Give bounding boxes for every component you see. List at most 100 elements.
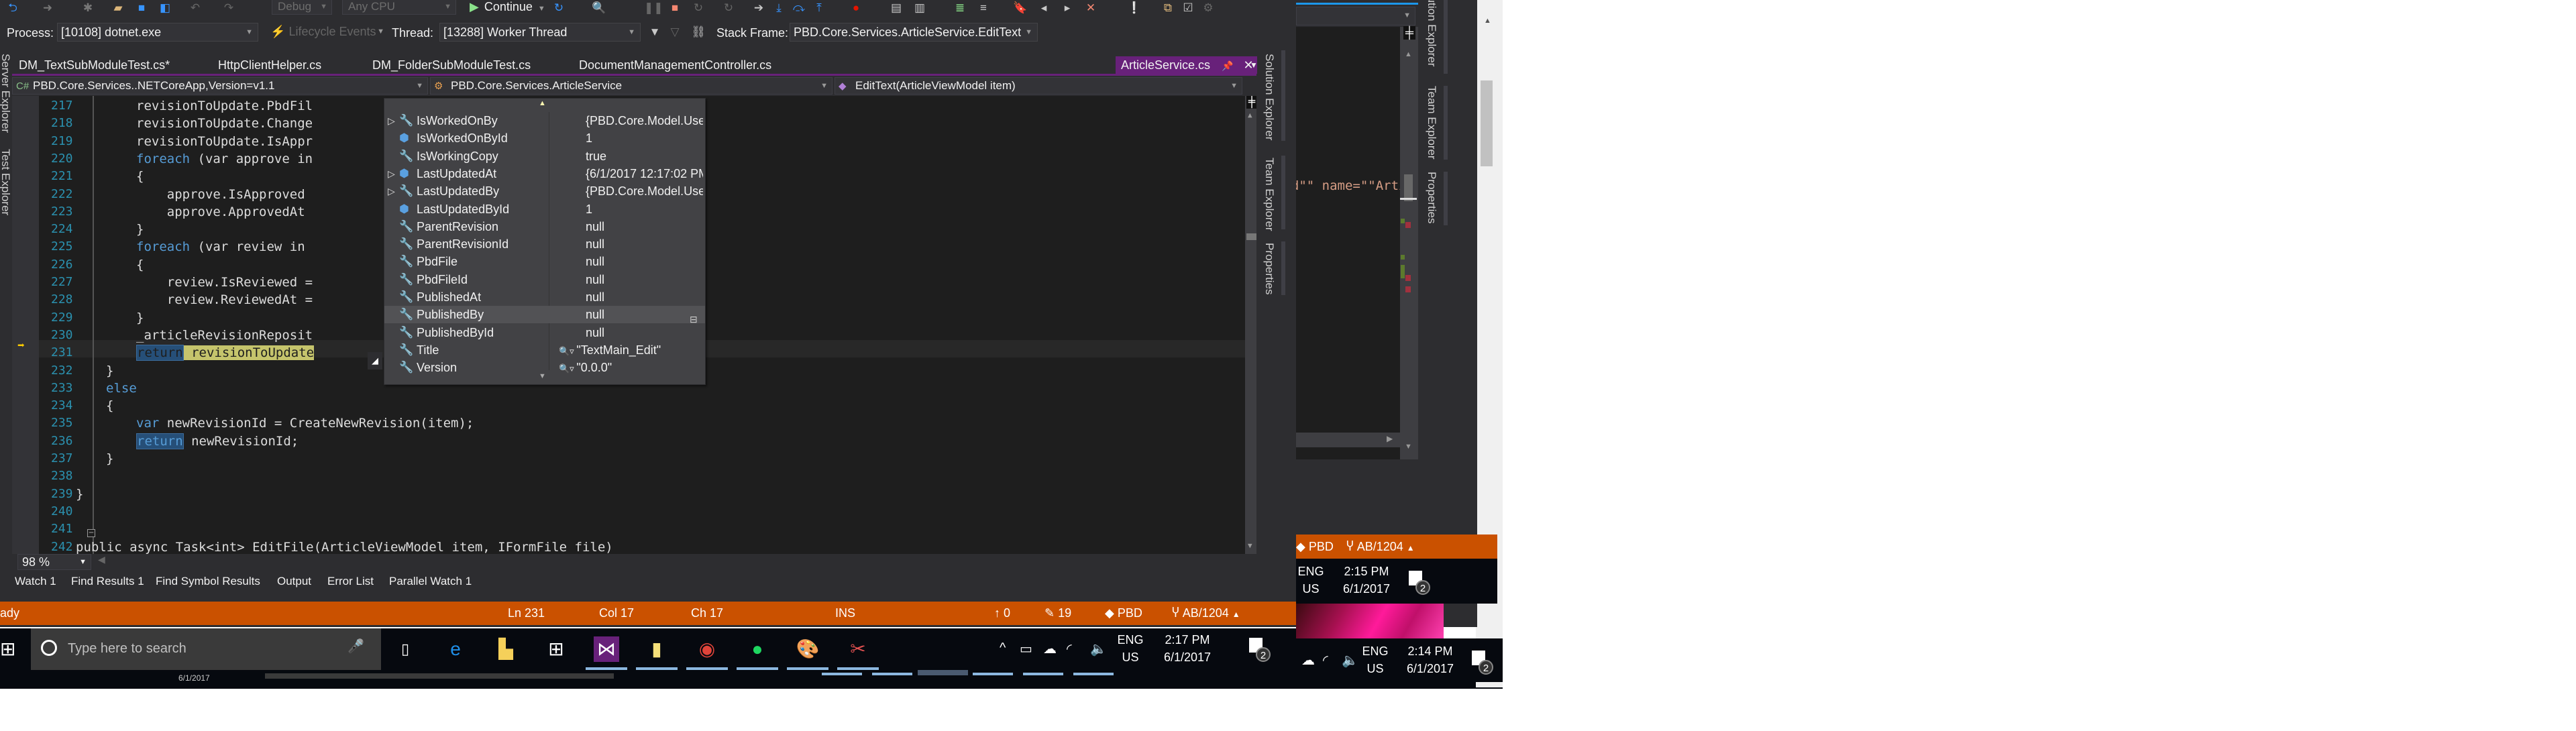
datatip-member-value[interactable]: {PBD.Core.Model.UserQm}	[586, 112, 703, 129]
datatip-member-value[interactable]: 🔍▿ "TextMain_Edit"	[559, 341, 700, 360]
action-center-button[interactable]: 2	[1472, 651, 1493, 675]
restart-debug-icon[interactable]: ↻	[691, 1, 706, 15]
snipping-tool-icon[interactable]: ✂	[845, 636, 871, 662]
open-file-icon[interactable]: ▰	[111, 1, 125, 15]
datatip-scroll-up-icon[interactable]: ▲	[539, 99, 546, 107]
datatip-row[interactable]: 🔧 PublishedAt null	[384, 288, 705, 306]
datatip-member-value[interactable]: null	[586, 271, 703, 288]
pause-icon[interactable]: ❚❚	[644, 1, 663, 15]
zoom-level-dropdown[interactable]: 98 % ▼	[17, 554, 91, 570]
datatip-row[interactable]: ▷ 🔧LastUpdatedBy {PBD.Core.Model.UserQm}	[384, 182, 705, 200]
datatip-expand-icon[interactable]: ◢	[368, 352, 382, 370]
undo-icon[interactable]: ↶	[188, 1, 203, 15]
branch-status[interactable]: Ⴤ AB/1204 ▲	[1172, 602, 1240, 626]
chrome-icon[interactable]: ◉	[694, 636, 720, 662]
tab-find-results-1[interactable]: Find Results 1	[71, 575, 144, 588]
tab-httpclienthelper[interactable]: HttpClientHelper.cs	[218, 56, 321, 74]
pending-changes-status[interactable]: ✎ 19	[1044, 602, 1071, 625]
team-explorer-tab[interactable]: Team Explorer	[1425, 86, 1438, 160]
input-language[interactable]: ENG US	[1117, 631, 1144, 666]
scroll-down-icon[interactable]: ▼	[1248, 541, 1252, 550]
thread-dropdown[interactable]: [13288] Worker Thread ▼	[439, 23, 641, 42]
restart-icon[interactable]: ↻	[551, 1, 566, 15]
wifi-icon[interactable]: ◜	[1067, 640, 1072, 657]
volume-icon[interactable]: 🔈	[1090, 640, 1107, 657]
navigate-back-icon[interactable]: ⮌	[5, 1, 20, 15]
datatip-member-value[interactable]: null	[586, 218, 703, 235]
datatip-member-value[interactable]: {6/1/2017 12:17:02 PM}	[586, 165, 703, 182]
scroll-up-icon[interactable]: ▲	[1248, 111, 1252, 119]
publish-status[interactable]: ↑ 0	[994, 602, 1010, 625]
tab-find-symbol-results[interactable]: Find Symbol Results	[156, 575, 260, 588]
type-dropdown[interactable]: ⚙ PBD.Core.Services.ArticleService ▼	[430, 77, 833, 95]
platform-dropdown[interactable]: Any CPU ▼	[342, 0, 456, 15]
datatip-row[interactable]: ⬢ IsWorkedOnById 1	[384, 129, 705, 147]
member-dropdown[interactable]: ▼	[1296, 7, 1415, 25]
team-explorer-tab[interactable]: Team Explorer	[1263, 158, 1276, 231]
solution-config-dropdown[interactable]: Debug ▼	[272, 0, 332, 15]
split-handle-icon[interactable]: ╪	[1403, 26, 1415, 40]
tab-watch-1[interactable]: Watch 1	[15, 575, 56, 588]
copy-icon[interactable]: ⧉	[1161, 1, 1175, 15]
lifecycle-events-button[interactable]: ⚡ Lifecycle Events ▼	[267, 23, 389, 42]
pin-datatip-icon[interactable]: ⊟	[690, 314, 698, 325]
taskbar-search-box[interactable]: Type here to search 🎤	[31, 628, 381, 670]
datatip-row[interactable]: 🔧 IsWorkingCopy true	[384, 148, 705, 165]
server-explorer-tab[interactable]: Server Explorer	[0, 54, 12, 133]
datatip-member-value[interactable]: null	[586, 253, 703, 270]
datatip-member-value[interactable]: {PBD.Core.Model.UserQm}	[586, 182, 703, 200]
tab-error-list[interactable]: Error List	[327, 575, 374, 588]
task-view-icon[interactable]: ▯	[392, 636, 418, 662]
scrollbar-thumb[interactable]	[1404, 174, 1413, 201]
expand-arrow-icon[interactable]: ▷	[388, 112, 395, 129]
datatip-member-value[interactable]: null	[586, 235, 703, 253]
onedrive-icon[interactable]: ☁	[1043, 640, 1057, 657]
datatip-row[interactable]: 🔧 PbdFileId null	[384, 271, 705, 288]
taskbar-clock[interactable]: 2:14 PM 6/1/2017	[1397, 642, 1464, 677]
microphone-icon[interactable]: 🎤	[347, 638, 364, 655]
show-hidden-icons-icon[interactable]: ^	[1000, 640, 1006, 656]
member-dropdown[interactable]: ◆ EditText(ArticleViewModel item) ▼	[835, 77, 1242, 95]
windows-start-icon[interactable]: ⊞	[0, 638, 20, 659]
filter-clear-icon[interactable]: ▽	[667, 25, 682, 39]
datatip-row[interactable]: 🔧 Title 🔍▿ "TextMain_Edit"	[384, 341, 705, 359]
step-out-icon[interactable]: ⤒	[812, 1, 826, 15]
next-bookmark-icon[interactable]: ▸	[1060, 1, 1075, 15]
taskbar-clock[interactable]: 2:17 PM 6/1/2017	[1154, 631, 1221, 666]
stop-icon[interactable]: ■	[667, 1, 682, 15]
solution-explorer-tab[interactable]: Solution Explorer	[1263, 54, 1276, 140]
text-visualizer-icon[interactable]: 🔍▿	[559, 346, 576, 356]
navigate-forward-icon[interactable]: ➜	[40, 1, 55, 15]
sticky-notes-icon[interactable]: ▮	[644, 636, 669, 662]
step-into-icon[interactable]: ⤓	[771, 1, 786, 15]
solution-explorer-tab[interactable]: Solution Explorer	[1425, 0, 1438, 66]
taskbar-clock[interactable]: 2:15 PM 6/1/2017	[1333, 563, 1400, 598]
datatip-row[interactable]: ▷ ⬢ LastUpdatedAt {6/1/2017 12:17:02 PM}	[384, 165, 705, 182]
secondary-code-editor[interactable]: eId"" name=""Arti	[1296, 27, 1400, 459]
tab-articleservice[interactable]: ArticleService.cs 📌 ✕	[1116, 56, 1257, 74]
properties-tab[interactable]: Properties	[1263, 243, 1276, 294]
scroll-up-icon[interactable]: ▲	[1484, 17, 1491, 25]
prev-bookmark-icon[interactable]: ◂	[1036, 1, 1051, 15]
datatip-member-value[interactable]: 1	[586, 201, 703, 218]
scroll-down-icon[interactable]: ▼	[1405, 443, 1412, 451]
bookmark-icon[interactable]: 🔖	[1013, 1, 1028, 15]
datatip-row[interactable]: 🔧 ParentRevision null	[384, 218, 705, 235]
action-center-button[interactable]: 2	[1409, 571, 1430, 595]
filter-icon[interactable]: ▼	[647, 25, 662, 39]
datatip-row[interactable]: 🔧 PublishedById null	[384, 324, 705, 341]
uncomment-icon[interactable]: ▥	[912, 1, 927, 15]
datatip-member-value[interactable]: null	[586, 324, 703, 341]
file-explorer-icon[interactable]: ▙	[493, 636, 519, 662]
step-over-icon[interactable]: ⤼	[792, 1, 806, 15]
datatip-member-value[interactable]: 1	[586, 129, 703, 147]
datatip-member-value[interactable]: null	[586, 288, 703, 306]
volume-icon[interactable]: 🔈	[1342, 652, 1358, 669]
diagnostic-icon[interactable]: ❕	[1127, 1, 1142, 15]
datatip-row[interactable]: 🔧 PublishedBy null	[384, 306, 705, 324]
edge-icon[interactable]: e	[443, 636, 468, 662]
test-explorer-tab[interactable]: Test Explorer	[0, 149, 12, 215]
datatip-member-value[interactable]: true	[586, 148, 703, 165]
repository-status[interactable]: ◆ PBD	[1296, 535, 1334, 559]
secondary-editor-scrollbar[interactable]: ╪ ▲ ▼	[1400, 26, 1418, 459]
